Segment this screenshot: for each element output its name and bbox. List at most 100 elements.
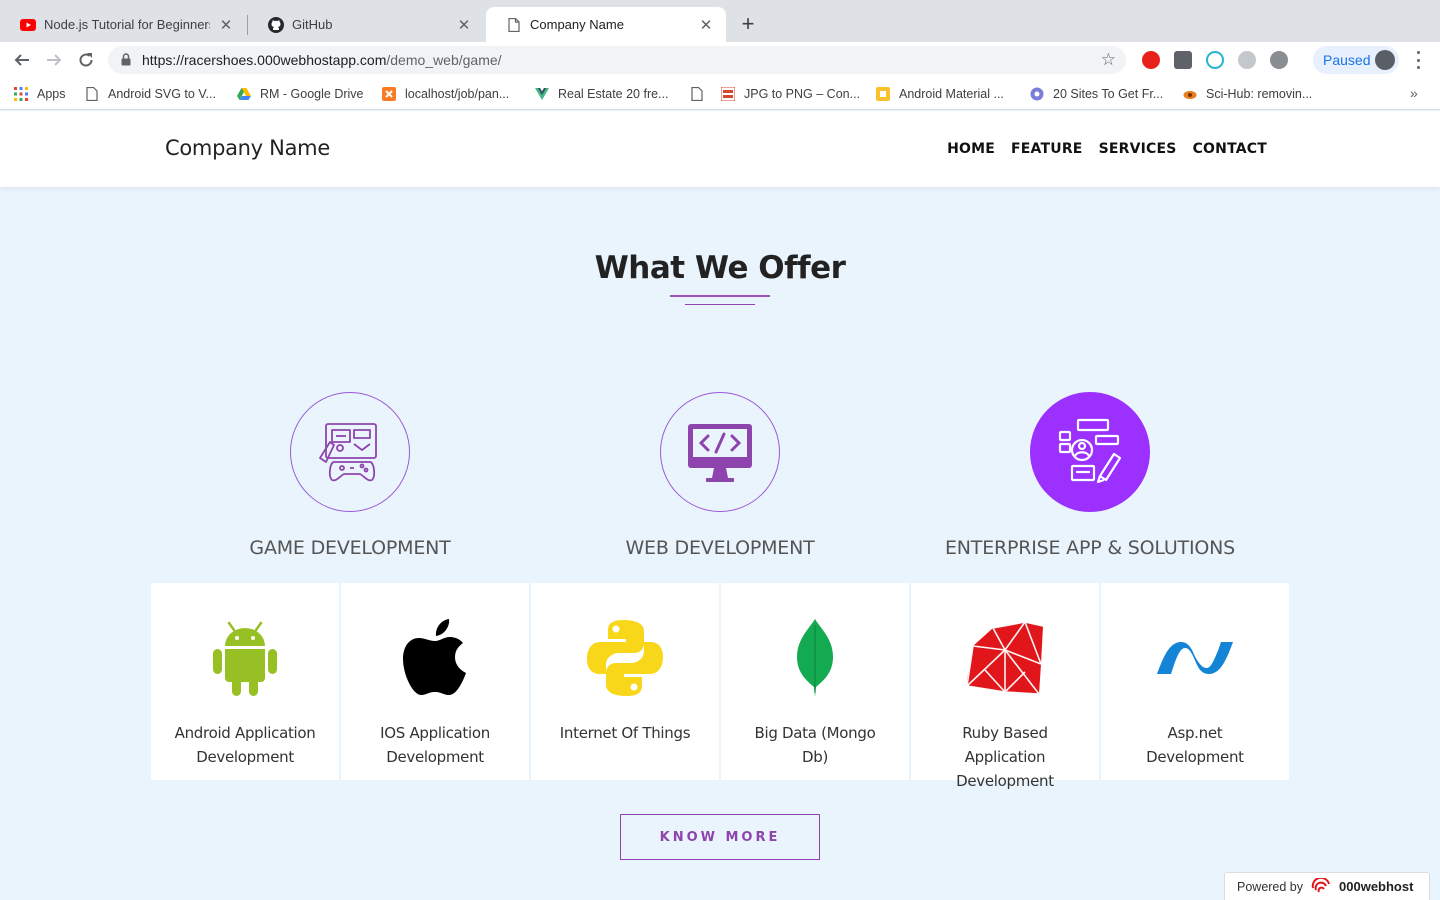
- game-development-icon: [290, 392, 410, 512]
- bookmark-item[interactable]: localhost/job/pan...: [382, 85, 509, 103]
- adblock-extension-icon[interactable]: [1142, 51, 1160, 69]
- bookmark-label: Apps: [37, 87, 66, 101]
- tech-card-ruby[interactable]: Ruby Based Application Development: [910, 583, 1100, 790]
- bookmark-label: localhost/job/pan...: [405, 87, 510, 101]
- globe-extension-icon[interactable]: [1238, 51, 1256, 69]
- nav-feature[interactable]: FEATURE: [1011, 141, 1083, 157]
- tech-card-aspnet[interactable]: Asp.net Development: [1100, 583, 1290, 780]
- browser-tab[interactable]: Node.js Tutorial for Beginners: ✕: [0, 7, 246, 42]
- lock-icon: [121, 53, 131, 71]
- bookmark-item[interactable]: RM - Google Drive: [237, 85, 364, 103]
- bookmark-item[interactable]: 20 Sites To Get Fr...: [1030, 85, 1163, 103]
- github-icon: [268, 16, 284, 33]
- bookmark-label: JPG to PNG – Con...: [744, 87, 861, 101]
- offer-label: GAME DEVELOPMENT: [249, 537, 451, 559]
- close-icon[interactable]: ✕: [698, 17, 714, 34]
- section-title: What We Offer: [594, 250, 846, 286]
- tech-label: Internet Of Things: [559, 724, 691, 742]
- offer-item-game: GAME DEVELOPMENT: [170, 392, 530, 559]
- google-drive-icon: [237, 88, 251, 100]
- bookmark-label: Android SVG to V...: [108, 87, 216, 101]
- browser-tab-bar: Node.js Tutorial for Beginners: ✕ GitHub…: [0, 0, 1440, 42]
- apps-grid-icon: [14, 87, 28, 101]
- more-bookmarks-icon[interactable]: »: [1410, 85, 1418, 101]
- bookmark-item[interactable]: [690, 85, 713, 103]
- arrow-left-icon: [14, 54, 29, 66]
- avatar: [1375, 50, 1395, 70]
- bookmark-label: Android Material ...: [899, 87, 1004, 101]
- url-path: /demo_web/game/: [386, 52, 502, 68]
- title-underline-short: [685, 304, 755, 305]
- close-icon[interactable]: ✕: [218, 17, 234, 34]
- powered-by-badge[interactable]: Powered by 000webhost: [1224, 872, 1430, 900]
- browser-tab-active[interactable]: Company Name ✕: [486, 7, 726, 42]
- new-tab-button[interactable]: +: [738, 13, 758, 35]
- reload-button[interactable]: [76, 50, 96, 70]
- tech-label: Ruby Based Application Development: [956, 724, 1054, 790]
- enterprise-solutions-icon: [1030, 392, 1150, 512]
- close-icon[interactable]: ✕: [456, 17, 472, 34]
- tech-card-android[interactable]: Android Application Development: [151, 583, 340, 780]
- browser-menu-icon[interactable]: [1412, 51, 1424, 69]
- xampp-icon: [382, 87, 396, 101]
- tech-label: Big Data (Mongo Db): [754, 724, 876, 766]
- bookmark-item[interactable]: Sci-Hub: removin...: [1183, 85, 1312, 103]
- bookmark-item[interactable]: Real Estate 20 fre...: [535, 85, 668, 103]
- powered-by-brand: 000webhost: [1339, 879, 1414, 894]
- tab-title: Node.js Tutorial for Beginners:: [44, 17, 210, 32]
- tech-card-iot[interactable]: Internet Of Things: [530, 583, 720, 780]
- python-icon: [585, 618, 665, 698]
- site-brand[interactable]: Company Name: [165, 136, 330, 160]
- browser-tab[interactable]: GitHub ✕: [248, 7, 484, 42]
- tech-card-bigdata[interactable]: Big Data (Mongo Db): [720, 583, 910, 780]
- forward-button[interactable]: [44, 50, 64, 70]
- bookmark-apps[interactable]: Apps: [14, 85, 66, 103]
- tab-title: GitHub: [292, 17, 333, 32]
- bookmark-item[interactable]: Android SVG to V...: [85, 85, 216, 103]
- powered-by-prefix: Powered by: [1237, 879, 1304, 894]
- offer-label: ENTERPRISE APP & SOLUTIONS: [944, 537, 1235, 559]
- mongodb-icon: [775, 618, 855, 698]
- tab-title: Company Name: [530, 17, 624, 32]
- offer-item-web: WEB DEVELOPMENT: [540, 392, 900, 559]
- page-icon: [506, 17, 522, 33]
- url-host: https://racershoes.000webhostapp.com: [142, 52, 387, 68]
- offer-item-enterprise: ENTERPRISE APP & SOLUTIONS: [910, 392, 1270, 559]
- android-icon: [205, 618, 285, 698]
- page-icon: [691, 87, 703, 101]
- know-more-button[interactable]: KNOW MORE: [620, 814, 820, 860]
- technology-grid: Android Application Development IOS Appl…: [151, 583, 1290, 790]
- react-devtools-extension-icon[interactable]: [1206, 51, 1224, 69]
- tech-card-ios[interactable]: IOS Application Development: [340, 583, 530, 780]
- web-development-icon: [660, 392, 780, 512]
- page-icon: [86, 87, 98, 101]
- vue-icon: [535, 88, 549, 100]
- youtube-icon: [20, 17, 36, 33]
- tech-label: IOS Application Development: [380, 724, 490, 766]
- bookmark-label: Real Estate 20 fre...: [558, 87, 669, 101]
- tech-label: Android Application Development: [174, 724, 316, 766]
- bookmarks-bar: Apps Android SVG to V... RM - Google Dri…: [0, 78, 1440, 110]
- settings-extension-icon[interactable]: [1270, 51, 1288, 69]
- profile-button[interactable]: Paused: [1313, 46, 1399, 74]
- ruby-icon: [965, 618, 1045, 698]
- profile-status: Paused: [1323, 52, 1371, 68]
- nav-home[interactable]: HOME: [947, 141, 995, 157]
- title-underline: [670, 295, 770, 297]
- dotnet-icon: [1155, 618, 1235, 698]
- nav-contact[interactable]: CONTACT: [1193, 141, 1267, 157]
- bookmark-label: Sci-Hub: removin...: [1206, 87, 1313, 101]
- back-button[interactable]: [12, 50, 32, 70]
- bookmark-star-icon[interactable]: ☆: [1101, 51, 1116, 68]
- jpg-png-icon: [721, 87, 735, 101]
- reload-icon: [79, 53, 93, 67]
- bookmark-item[interactable]: Android Material ...: [876, 85, 1004, 103]
- bookmark-item[interactable]: JPG to PNG – Con...: [721, 85, 860, 103]
- webhost-logo-icon: [1311, 877, 1330, 893]
- address-bar[interactable]: https://racershoes.000webhostapp.com/dem…: [108, 46, 1126, 74]
- ghostery-extension-icon[interactable]: [1174, 51, 1192, 69]
- bookmark-label: 20 Sites To Get Fr...: [1053, 87, 1164, 101]
- material-icon: [876, 87, 890, 101]
- nav-services[interactable]: SERVICES: [1099, 141, 1177, 157]
- tech-label: Asp.net Development: [1146, 724, 1244, 766]
